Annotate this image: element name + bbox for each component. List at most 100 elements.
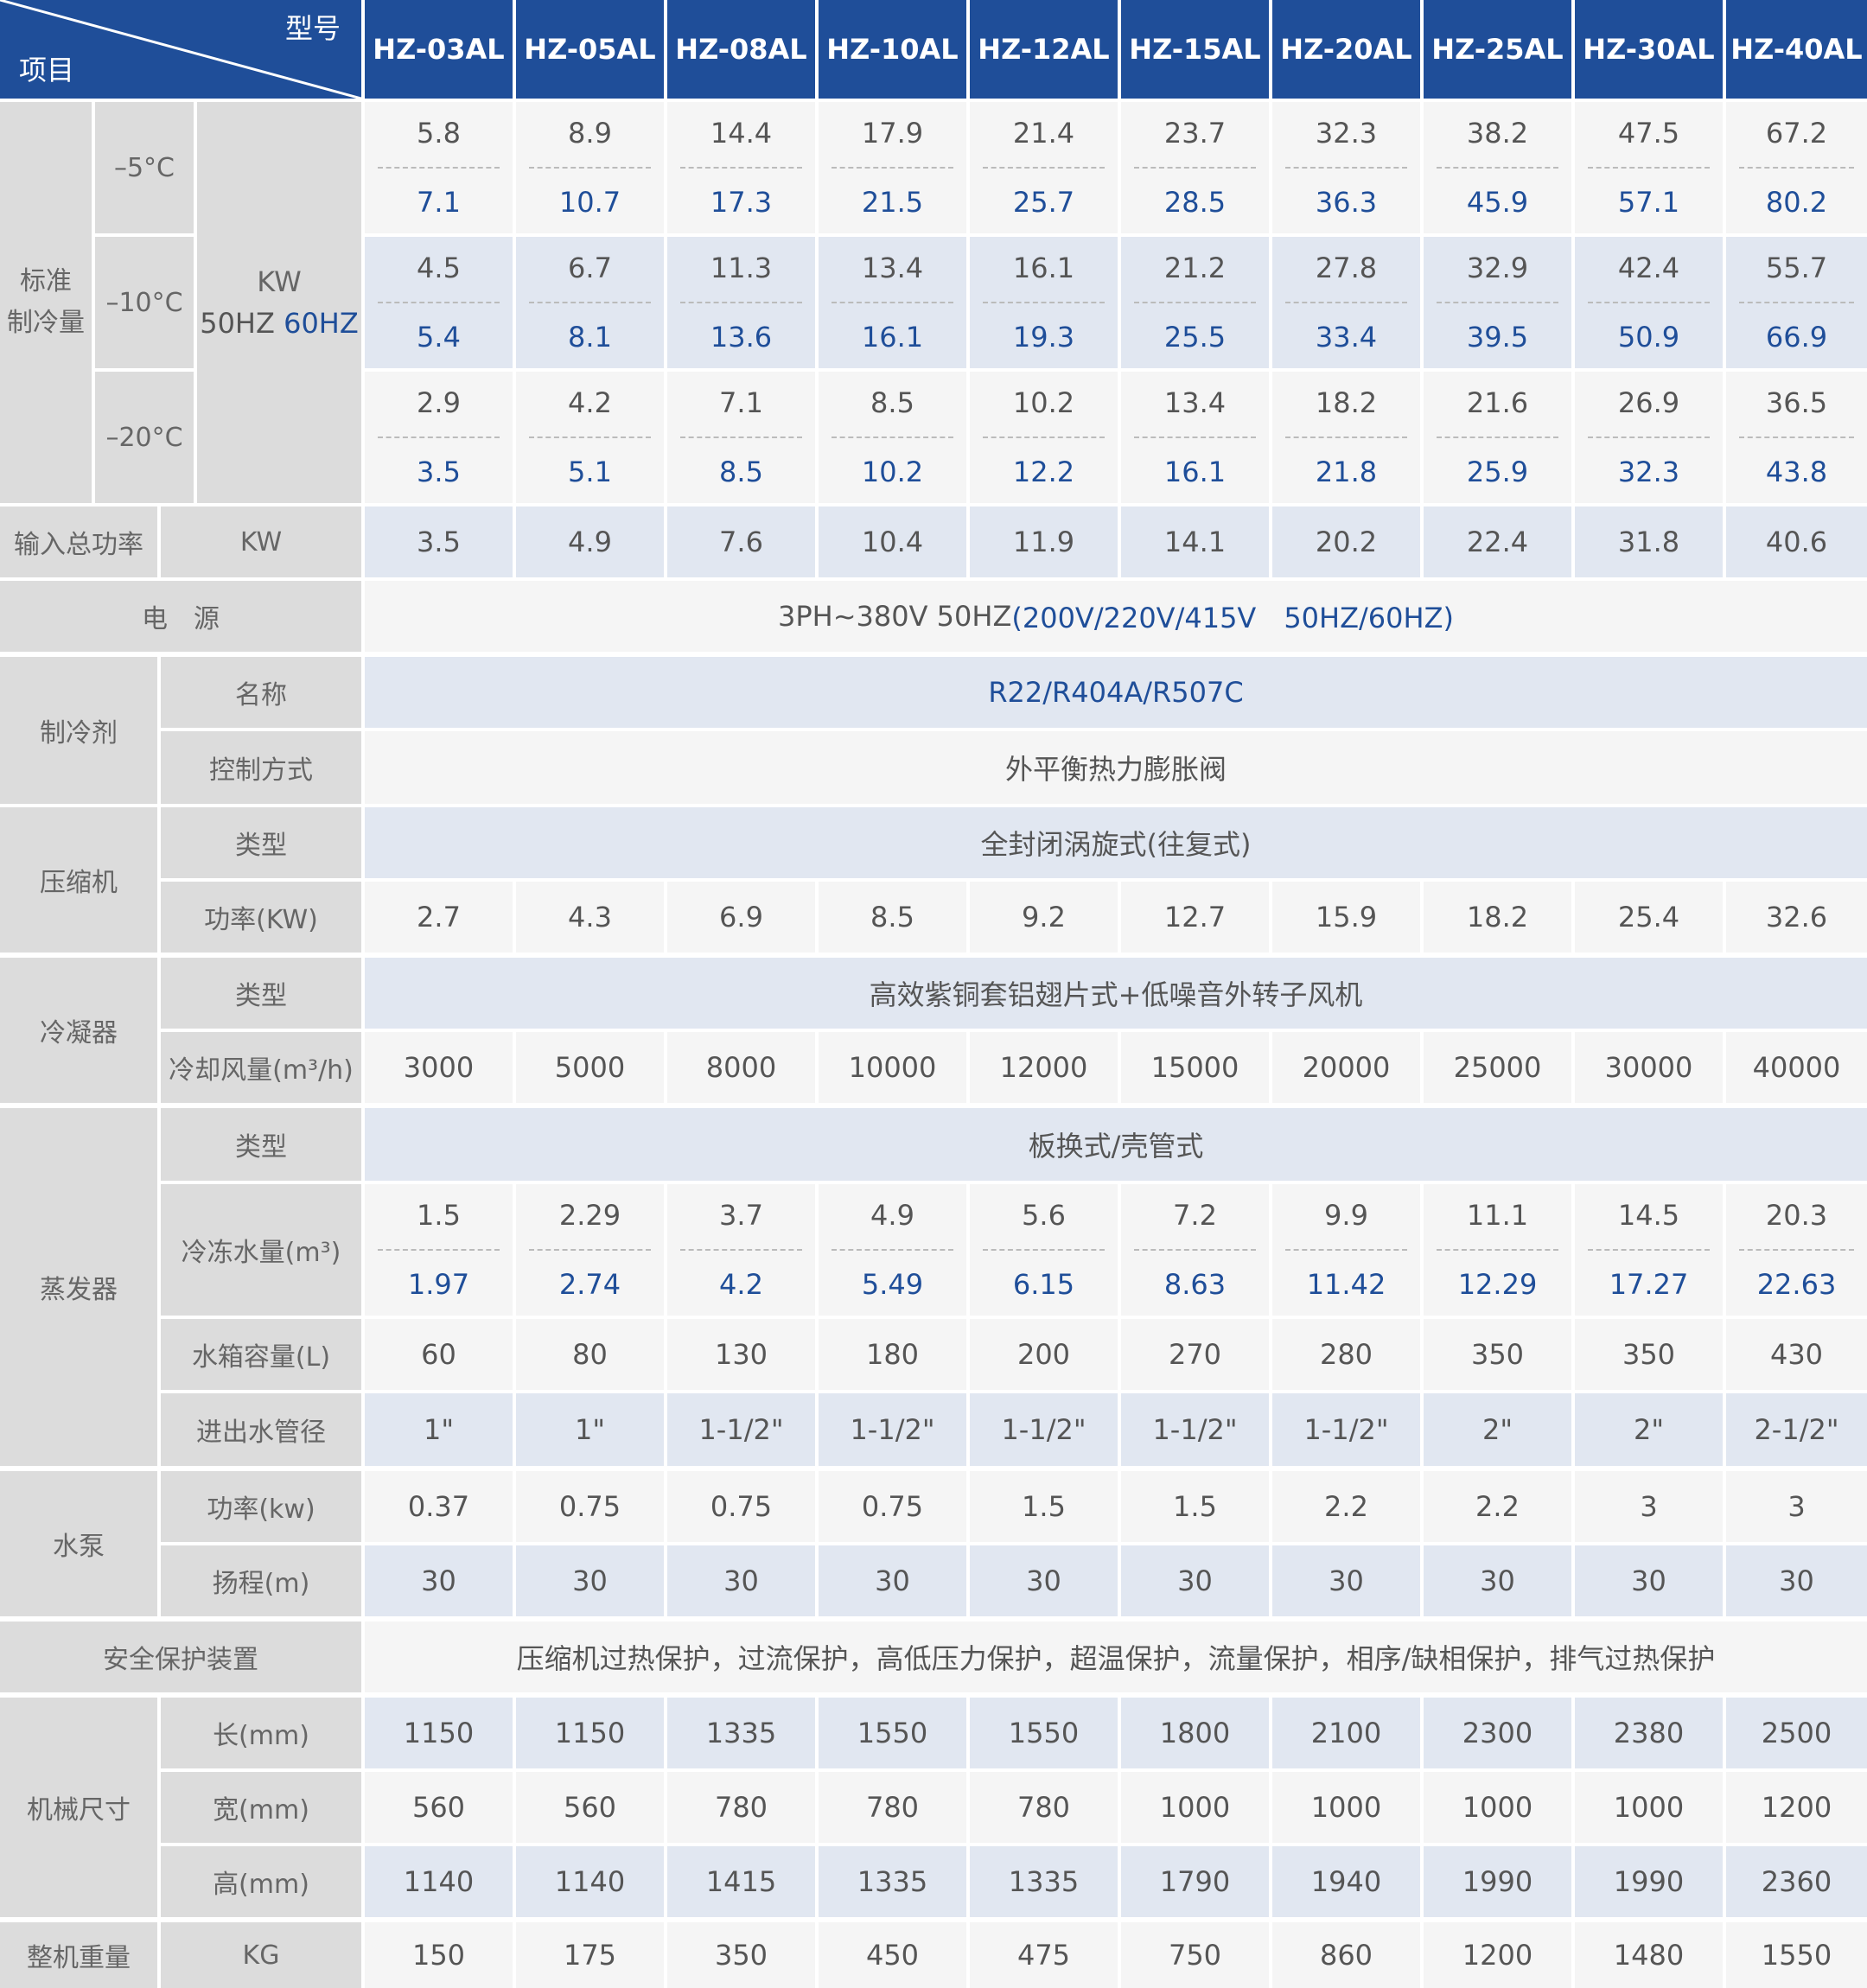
weight-cell: 1200 bbox=[1424, 1922, 1571, 1988]
pump-head-cell: 30 bbox=[1272, 1545, 1420, 1616]
condenser-airflow-cell: 3000 bbox=[365, 1032, 513, 1103]
cooling-capacity-cell: 21.6 25.9 bbox=[1424, 372, 1571, 503]
pump-power-cell: 1.5 bbox=[1121, 1471, 1269, 1542]
power-supply-value: 3PH~380V 50HZ (200V/220V/415V 50HZ/60HZ) bbox=[365, 581, 1867, 652]
dashed-divider bbox=[1437, 167, 1558, 169]
dashed-divider bbox=[1588, 436, 1710, 438]
weight-cell: 750 bbox=[1121, 1922, 1269, 1988]
input-power-cell: 7.6 bbox=[667, 507, 815, 577]
width-cell: 1000 bbox=[1424, 1772, 1571, 1843]
width-cell: 780 bbox=[667, 1772, 815, 1843]
weight-cell: 860 bbox=[1272, 1922, 1420, 1988]
cooling-capacity-cell: 13.4 16.1 bbox=[819, 237, 966, 368]
weight-label: 整机重量 bbox=[0, 1922, 157, 1988]
tank-capacity-cell: 430 bbox=[1726, 1319, 1867, 1390]
condenser-airflow-cell: 30000 bbox=[1575, 1032, 1723, 1103]
chilled-water-value-60hz: 1.97 bbox=[407, 1268, 470, 1301]
condenser-airflow-cell: 40000 bbox=[1726, 1032, 1867, 1103]
dashed-divider bbox=[832, 302, 953, 303]
chilled-water-value-50hz: 7.2 bbox=[1173, 1199, 1217, 1232]
chilled-water-value-50hz: 2.29 bbox=[558, 1199, 621, 1232]
cooling-label-line2: 制冷量 bbox=[7, 308, 85, 338]
cooling-capacity-value-50hz: 26.9 bbox=[1617, 386, 1680, 419]
input-power-cell: 11.9 bbox=[970, 507, 1118, 577]
cooling-capacity-value-50hz: 32.9 bbox=[1466, 252, 1529, 284]
dashed-divider bbox=[983, 436, 1105, 438]
cooling-capacity-value-50hz: 67.2 bbox=[1765, 117, 1828, 150]
temperature-label: –5°C bbox=[95, 102, 194, 233]
cooling-capacity-value-60hz: 43.8 bbox=[1765, 456, 1828, 488]
evaporator-type-value: 板换式/壳管式 bbox=[365, 1108, 1867, 1181]
cooling-capacity-cell: 42.4 50.9 bbox=[1575, 237, 1723, 368]
pipe-diameter-cell: 1-1/2" bbox=[970, 1393, 1118, 1466]
chilled-water-value-60hz: 8.63 bbox=[1163, 1268, 1227, 1301]
refrigerant-name-label: 名称 bbox=[161, 657, 361, 728]
tank-capacity-cell: 60 bbox=[365, 1319, 513, 1390]
width-cell: 1000 bbox=[1121, 1772, 1269, 1843]
compressor-type-label: 类型 bbox=[161, 807, 361, 878]
cooling-capacity-value-50hz: 47.5 bbox=[1617, 117, 1680, 150]
chilled-water-value-60hz: 4.2 bbox=[719, 1268, 763, 1301]
length-cell: 2100 bbox=[1272, 1698, 1420, 1768]
chilled-water-cell: 7.2 8.63 bbox=[1121, 1184, 1269, 1316]
chilled-water-value-50hz: 5.6 bbox=[1022, 1199, 1066, 1232]
pump-label: 水泵 bbox=[0, 1471, 157, 1616]
chilled-water-value-50hz: 20.3 bbox=[1765, 1199, 1828, 1232]
cooling-capacity-value-60hz: 28.5 bbox=[1163, 186, 1227, 219]
model-header: HZ-08AL bbox=[667, 0, 815, 99]
dashed-divider bbox=[1437, 302, 1558, 303]
cooling-capacity-value-50hz: 42.4 bbox=[1617, 252, 1680, 284]
condenser-airflow-label: 冷却风量(m³/h) bbox=[161, 1032, 361, 1103]
unit-60hz: 60HZ bbox=[284, 307, 359, 340]
condenser-airflow-cell: 10000 bbox=[819, 1032, 966, 1103]
condenser-type-label: 类型 bbox=[161, 958, 361, 1029]
dashed-divider bbox=[529, 1249, 651, 1251]
dashed-divider bbox=[1738, 167, 1855, 169]
dashed-divider bbox=[1285, 1249, 1407, 1251]
pipe-diameter-cell: 2" bbox=[1575, 1393, 1723, 1466]
cooling-capacity-value-50hz: 7.1 bbox=[719, 386, 763, 419]
dashed-divider bbox=[832, 1249, 953, 1251]
cooling-capacity-value-50hz: 13.4 bbox=[861, 252, 924, 284]
dashed-divider bbox=[1437, 1249, 1558, 1251]
chilled-water-value-50hz: 11.1 bbox=[1466, 1199, 1529, 1232]
pump-head-cell: 30 bbox=[516, 1545, 664, 1616]
height-cell: 1990 bbox=[1575, 1846, 1723, 1917]
cooling-capacity-value-50hz: 36.5 bbox=[1765, 386, 1828, 419]
dashed-divider bbox=[1738, 302, 1855, 303]
dashed-divider bbox=[378, 436, 500, 438]
dashed-divider bbox=[680, 302, 802, 303]
height-cell: 1335 bbox=[970, 1846, 1118, 1917]
compressor-power-cell: 8.5 bbox=[819, 882, 966, 953]
refrigerant-label: 制冷剂 bbox=[0, 657, 157, 804]
pump-power-cell: 0.75 bbox=[667, 1471, 815, 1542]
width-cell: 780 bbox=[819, 1772, 966, 1843]
pump-head-cell: 30 bbox=[1121, 1545, 1269, 1616]
chilled-water-cell: 2.29 2.74 bbox=[516, 1184, 664, 1316]
pump-power-cell: 0.37 bbox=[365, 1471, 513, 1542]
cooling-capacity-value-50hz: 6.7 bbox=[568, 252, 612, 284]
cooling-capacity-value-50hz: 14.4 bbox=[710, 117, 773, 150]
chilled-water-value-50hz: 4.9 bbox=[870, 1199, 914, 1232]
dashed-divider bbox=[1588, 167, 1710, 169]
cooling-capacity-cell: 32.3 36.3 bbox=[1272, 102, 1420, 233]
chilled-water-value-50hz: 1.5 bbox=[417, 1199, 461, 1232]
cooling-capacity-value-60hz: 32.3 bbox=[1617, 456, 1680, 488]
chilled-water-cell: 4.9 5.49 bbox=[819, 1184, 966, 1316]
dashed-divider bbox=[1738, 1249, 1855, 1251]
pump-power-cell: 0.75 bbox=[819, 1471, 966, 1542]
refrigerant-control-value: 外平衡热力膨胀阀 bbox=[365, 731, 1867, 804]
cooling-capacity-cell: 8.5 10.2 bbox=[819, 372, 966, 503]
compressor-power-label: 功率(KW) bbox=[161, 882, 361, 953]
table-corner-header: 型号 项目 bbox=[0, 0, 361, 99]
tank-capacity-cell: 180 bbox=[819, 1319, 966, 1390]
condenser-label: 冷凝器 bbox=[0, 958, 157, 1103]
compressor-power-cell: 2.7 bbox=[365, 882, 513, 953]
condenser-airflow-cell: 20000 bbox=[1272, 1032, 1420, 1103]
input-power-cell: 3.5 bbox=[365, 507, 513, 577]
dashed-divider bbox=[1134, 436, 1256, 438]
cooling-capacity-value-60hz: 25.5 bbox=[1163, 321, 1227, 354]
pump-power-label: 功率(kw) bbox=[161, 1471, 361, 1542]
cooling-capacity-value-60hz: 45.9 bbox=[1466, 186, 1529, 219]
pipe-diameter-cell: 1" bbox=[365, 1393, 513, 1466]
